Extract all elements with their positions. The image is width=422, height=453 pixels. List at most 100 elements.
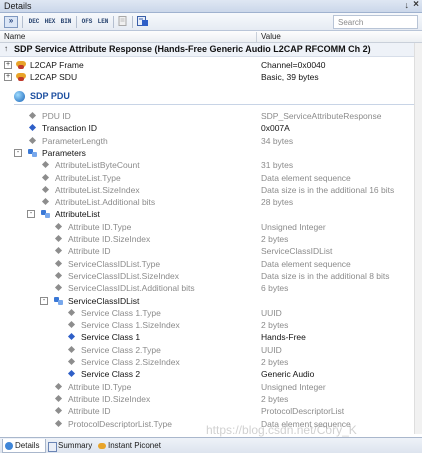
expand-all-button[interactable]: » <box>4 16 18 28</box>
field-icon <box>54 419 64 429</box>
field-value: Unsigned Integer <box>261 221 326 232</box>
tree-row[interactable]: AttributeList.SizeIndex Data size is in t… <box>0 184 422 196</box>
field-value: Generic Audio <box>261 369 315 380</box>
tree-row[interactable]: Attribute ID.Type Unsigned Integer <box>0 221 422 233</box>
collapse-toggle[interactable]: - <box>40 296 48 305</box>
field-icon <box>41 160 51 170</box>
tree-row[interactable]: Transaction ID 0x007A <box>0 122 422 134</box>
tree-row-l2cap-sdu[interactable]: + L2CAP SDU Basic, 39 bytes <box>0 71 422 83</box>
tree-row[interactable]: ServiceClassIDList.Additional bits 6 byte… <box>0 282 422 294</box>
vertical-scrollbar[interactable] <box>414 43 422 434</box>
field-icon <box>67 308 77 318</box>
field-name: Service Class 2.SizeIndex <box>81 357 180 367</box>
field-name: Service Class 2.Type <box>81 344 161 355</box>
expand-toggle[interactable]: + <box>4 61 12 69</box>
field-value: ServiceClassIDList <box>261 246 333 257</box>
field-name: ProtocolDescriptorList.Type <box>68 418 172 429</box>
tree-row[interactable]: Attribute ID.Type Unsigned Integer <box>0 381 422 393</box>
field-value: UUID <box>261 307 282 318</box>
frame-summary[interactable]: ↑ SDP Service Attribute Response (Hands-… <box>0 43 422 57</box>
arrow-up-icon: ↑ <box>4 44 8 53</box>
tree-row[interactable]: AttributeList.Additional bits 28 bytes <box>0 196 422 208</box>
field-name: Parameters <box>42 147 86 158</box>
tree-row[interactable]: - AttributeList <box>0 208 422 220</box>
field-icon <box>28 136 38 146</box>
field-name: Attribute ID <box>68 406 111 417</box>
tree-row[interactable]: AttributeListByteCount 31 bytes <box>0 159 422 171</box>
collapse-toggle[interactable]: - <box>14 148 22 157</box>
field-value: Basic, 39 bytes <box>261 72 319 82</box>
field-value: 2 bytes <box>261 320 289 331</box>
field-value: Data element sequence <box>261 258 351 269</box>
field-icon <box>67 357 77 367</box>
watermark-text: https://blog.csdn.net/Cory_K <box>206 423 357 437</box>
search-placeholder: Search <box>338 18 364 27</box>
toolbar-separator <box>76 16 77 28</box>
field-value: 2 bytes <box>261 234 289 244</box>
piconet-icon <box>98 442 106 450</box>
field-icon <box>67 345 77 355</box>
copy-icon[interactable] <box>117 16 129 28</box>
close-icon[interactable]: × <box>413 0 419 10</box>
tree-row[interactable]: Service Class 2 Generic Audio <box>0 368 422 380</box>
tree-row[interactable]: Attribute ID.SizeIndex 2 bytes <box>0 233 422 245</box>
ofs-button[interactable]: OFS <box>80 16 94 28</box>
field-icon <box>54 246 64 256</box>
pin-icon[interactable]: ↓ <box>405 0 410 10</box>
toolbar-separator <box>132 16 133 28</box>
expand-toggle[interactable]: + <box>4 73 12 81</box>
tree-row-l2cap-frame[interactable]: + L2CAP Frame Channel=0x0040 <box>0 59 422 71</box>
field-value: Data element sequence <box>261 172 351 183</box>
field-icon <box>28 111 38 121</box>
tree-row[interactable]: Service Class 1 Hands-Free <box>0 331 422 343</box>
field-name: Service Class 2 <box>81 369 141 380</box>
tree-row[interactable]: ServiceClassIDList.SizeIndex Data size is… <box>0 270 422 282</box>
tree-row[interactable]: ParameterLength 34 bytes <box>0 135 422 147</box>
field-icon <box>41 185 51 195</box>
search-input[interactable]: Search <box>333 15 418 29</box>
field-icon <box>54 271 64 281</box>
dec-button[interactable]: DEC <box>27 16 41 28</box>
field-value: Data size is in the additional 8 bits <box>261 270 390 281</box>
field-value: ProtocolDescriptorList <box>261 406 345 417</box>
field-name: AttributeList.SizeIndex <box>55 184 140 195</box>
hex-button[interactable]: HEX <box>43 16 57 28</box>
tree-row[interactable]: ServiceClassIDList.Type Data element sequ… <box>0 258 422 270</box>
tree-row[interactable]: Attribute ID.SizeIndex 2 bytes <box>0 393 422 405</box>
tree-row[interactable]: AttributeList.Type Data element sequence <box>0 172 422 184</box>
tree-row[interactable]: Attribute ID ServiceClassIDList <box>0 245 422 257</box>
sdp-pdu-section[interactable]: SDP PDU <box>0 85 422 105</box>
value-column-header[interactable]: Value <box>261 32 281 41</box>
field-name: AttributeList <box>55 209 100 220</box>
bin-button[interactable]: BIN <box>59 16 73 28</box>
tree-row[interactable]: PDU ID SDP_ServiceAttributeResponse <box>0 110 422 122</box>
tree-row[interactable]: Service Class 2.SizeIndex 2 bytes <box>0 356 422 368</box>
tab-summary[interactable]: Summary <box>46 439 96 453</box>
field-value: 6 bytes <box>261 283 289 294</box>
field-name: Attribute ID <box>68 246 111 257</box>
column-divider[interactable] <box>256 32 257 42</box>
tree-row[interactable]: Service Class 2.Type UUID <box>0 344 422 356</box>
field-icon <box>41 173 51 183</box>
toolbar: » DEC HEX BIN OFS LEN Search <box>0 13 422 31</box>
tab-details[interactable]: Details <box>2 439 46 453</box>
field-name: Attribute ID.SizeIndex <box>68 393 151 404</box>
field-value: 28 bytes <box>261 197 294 208</box>
tree-row[interactable]: Service Class 1.Type UUID <box>0 307 422 319</box>
field-name: ServiceClassIDList.Type <box>68 258 161 269</box>
toolbar-separator <box>22 16 23 28</box>
tab-instant-piconet[interactable]: Instant Piconet <box>96 439 176 453</box>
toolbar-separator <box>113 16 114 28</box>
len-button[interactable]: LEN <box>96 16 110 28</box>
tree-row[interactable]: - ServiceClassIDList <box>0 295 422 307</box>
name-column-header[interactable]: Name <box>4 32 25 41</box>
export-icon[interactable] <box>136 16 149 28</box>
tree-row[interactable]: - Parameters <box>0 147 422 159</box>
tree-row[interactable]: Attribute ID ProtocolDescriptorList <box>0 405 422 417</box>
tab-label: Details <box>15 441 40 450</box>
field-name: ServiceClassIDList <box>68 295 140 306</box>
tree-row[interactable]: Service Class 1.SizeIndex 2 bytes <box>0 319 422 331</box>
field-icon <box>54 406 64 416</box>
field-name: ParameterLength <box>42 135 108 146</box>
collapse-toggle[interactable]: - <box>27 210 35 219</box>
